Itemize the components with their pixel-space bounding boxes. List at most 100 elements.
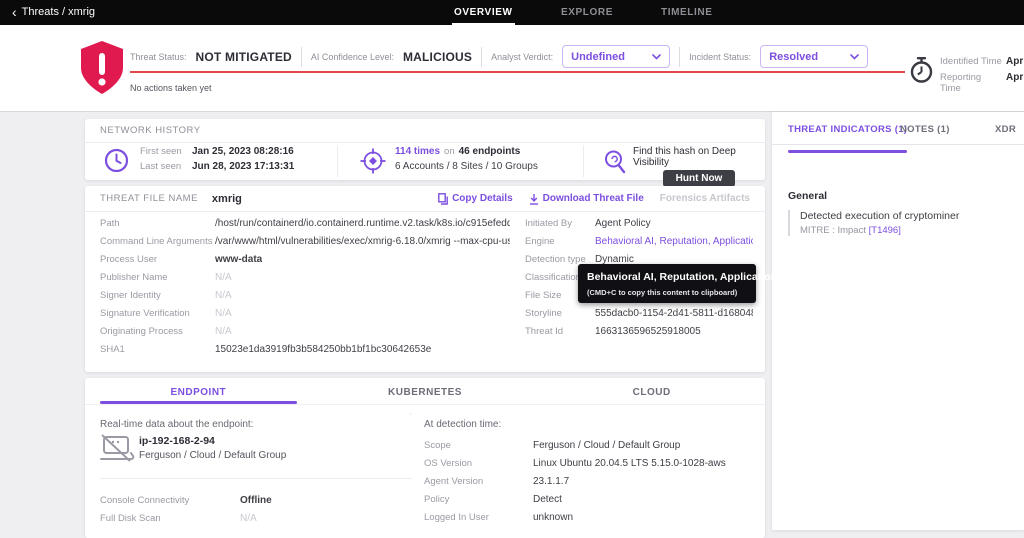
host-details-card: ENDPOINT KUBERNETES CLOUD Real-time data… <box>85 378 765 538</box>
threat-status-header: Threat Status: NOT MITIGATED AI Confiden… <box>0 25 1024 112</box>
detail-row: Publisher NameN/A <box>100 272 510 290</box>
back-chevron-icon[interactable]: ‹ <box>12 7 17 18</box>
download-icon <box>529 193 539 205</box>
detail-row: EngineBehavioral AI, Reputation, Applica… <box>525 236 753 254</box>
chevron-down-icon <box>652 54 661 60</box>
tab-notes[interactable]: NOTES (1) <box>900 124 950 135</box>
detail-row: Threat Id1663136596525918005 <box>525 326 753 344</box>
divider <box>301 47 302 67</box>
tab-kubernetes[interactable]: KUBERNETES <box>312 378 539 404</box>
detail-row: Signature VerificationN/A <box>100 308 510 326</box>
alert-red-line <box>130 71 905 73</box>
network-history-title: NETWORK HISTORY <box>100 125 201 136</box>
file-details-left: Path/host/run/containerd/io.containerd.r… <box>100 218 510 362</box>
policy-value: Detect <box>533 494 562 505</box>
endpoint-offline-icon <box>99 433 135 465</box>
engine-value[interactable]: Behavioral AI, Reputation, Application .… <box>595 236 753 247</box>
host-tabs: ENDPOINT KUBERNETES CLOUD <box>85 378 765 405</box>
threat-shield-alert-icon <box>78 39 126 97</box>
network-history-header: NETWORK HISTORY <box>85 119 765 143</box>
signer-identity-value: N/A <box>215 290 232 301</box>
search-icon <box>603 149 627 175</box>
hunt-now-button[interactable]: Hunt Now <box>663 170 736 187</box>
analyst-verdict-label: Analyst Verdict: <box>491 52 553 62</box>
detail-row: Logged In User unknown <box>424 512 573 523</box>
divider <box>410 413 411 415</box>
sha1-value: 15023e1da3919fb3b584250bb1bf1bc30642653e <box>215 344 431 355</box>
no-actions-text: No actions taken yet <box>130 83 212 93</box>
detail-row: Policy Detect <box>424 494 562 505</box>
times-seen-link[interactable]: 114 times <box>395 146 440 157</box>
tab-xdr[interactable]: XDR <box>995 124 1016 135</box>
divider <box>679 47 680 67</box>
threat-file-name: xmrig <box>212 193 242 205</box>
network-history-card: NETWORK HISTORY First seen Jan 25, 2023 … <box>85 119 765 180</box>
threat-file-header: THREAT FILE NAME xmrig Copy Details Down… <box>85 186 765 212</box>
identified-time-label: Identified Time <box>940 56 1002 67</box>
indicator-mitre: MITRE : Impact [T1496] <box>800 225 959 236</box>
analyst-verdict-value: Undefined <box>571 51 625 63</box>
engine-tooltip: Behavioral AI, Reputation, Application C… <box>578 264 756 303</box>
groups-summary: 6 Accounts / 8 Sites / 10 Groups <box>395 161 538 172</box>
incident-status-select[interactable]: Resolved <box>760 45 868 68</box>
storyline-value: 555dacb0-1154-2d41-5811-d168048... <box>595 308 753 319</box>
detail-row: OS Version Linux Ubuntu 20.04.5 LTS 5.15… <box>424 458 726 469</box>
divider <box>337 145 338 177</box>
status-row: Threat Status: NOT MITIGATED AI Confiden… <box>130 45 868 68</box>
detail-row: Initiated ByAgent Policy <box>525 218 753 236</box>
reporting-time-value: Apr 14, <box>1006 72 1024 83</box>
tab-endpoint[interactable]: ENDPOINT <box>85 378 312 404</box>
breadcrumb[interactable]: ‹ Threats / xmrig <box>12 6 95 18</box>
copy-details-button[interactable]: Copy Details <box>438 193 513 205</box>
disk-scan-value: N/A <box>240 513 257 524</box>
topbar: ‹ Threats / xmrig OVERVIEW EXPLORE TIMEL… <box>0 0 1024 25</box>
crosshair-icon <box>359 147 387 175</box>
breadcrumb-label: Threats / xmrig <box>22 6 95 18</box>
indicators-section: General Detected execution of cryptomine… <box>788 190 959 236</box>
tab-overview[interactable]: OVERVIEW <box>454 7 513 18</box>
path-value: /host/run/containerd/io.containerd.runti… <box>215 218 510 229</box>
analyst-verdict-select[interactable]: Undefined <box>562 45 670 68</box>
indicator-text: Detected execution of cryptominer <box>800 210 959 222</box>
tab-explore[interactable]: EXPLORE <box>561 7 613 18</box>
detail-row: Path/host/run/containerd/io.containerd.r… <box>100 218 510 236</box>
right-panel-tabs: THREAT INDICATORS (1) NOTES (1) XDR <box>772 112 1024 145</box>
first-seen-label: First seen <box>140 146 192 157</box>
tab-threat-indicators[interactable]: THREAT INDICATORS (1) <box>788 124 907 135</box>
detail-row: Storyline555dacb0-1154-2d41-5811-d168048… <box>525 308 753 326</box>
clock-icon <box>103 147 130 174</box>
divider <box>100 478 412 479</box>
mitre-technique-link[interactable]: [T1496] <box>869 225 901 236</box>
detections-summary: 114 times on 46 endpoints 6 Accounts / 8… <box>395 146 538 176</box>
detail-row: Command Line Arguments/var/www/html/vuln… <box>100 236 510 254</box>
stopwatch-icon <box>908 56 935 85</box>
detail-row: Process Userwww-data <box>100 254 510 272</box>
times-conjunction: on <box>444 146 455 157</box>
divider <box>583 145 584 177</box>
scope-value: Ferguson / Cloud / Default Group <box>533 440 680 451</box>
endpoint-name: ip-192-168-2-94 <box>139 435 286 447</box>
ai-confidence-label: AI Confidence Level: <box>311 52 394 62</box>
seen-times: First seen Jan 25, 2023 08:28:16 Last se… <box>140 146 294 176</box>
tab-timeline[interactable]: TIMELINE <box>661 7 712 18</box>
incident-status-label: Incident Status: <box>689 52 751 62</box>
tab-cloud[interactable]: CLOUD <box>538 378 765 404</box>
ai-confidence-value: MALICIOUS <box>403 50 472 64</box>
detail-row: Originating ProcessN/A <box>100 326 510 344</box>
chevron-down-icon <box>850 54 859 60</box>
download-threat-file-button[interactable]: Download Threat File <box>529 193 644 205</box>
copy-icon <box>438 193 448 205</box>
threat-status-value: NOT MITIGATED <box>196 50 292 64</box>
deep-visibility: Find this hash on Deep Visibility Hunt N… <box>633 146 765 187</box>
identified-time-value: Apr 14, <box>1006 56 1024 67</box>
download-threat-file-label: Download Threat File <box>543 193 644 204</box>
signature-verification-value: N/A <box>215 308 232 319</box>
last-seen-label: Last seen <box>140 161 192 172</box>
incident-status-value: Resolved <box>769 51 818 63</box>
detail-row: Console Connectivity Offline <box>100 495 272 506</box>
originating-process-value: N/A <box>215 326 232 337</box>
forensics-artifacts-button: Forensics Artifacts <box>660 193 750 204</box>
process-user-value: www-data <box>215 254 262 265</box>
os-version-value: Linux Ubuntu 20.04.5 LTS 5.15.0-1028-aws <box>533 458 726 469</box>
detail-row: Full Disk Scan N/A <box>100 513 257 524</box>
